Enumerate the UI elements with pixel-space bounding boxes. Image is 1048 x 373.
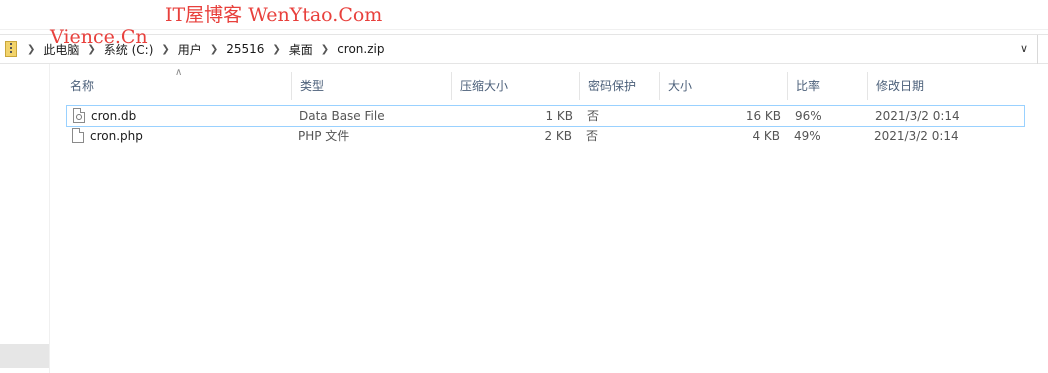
column-header-size[interactable]: 大小 <box>660 72 788 100</box>
file-explorer-window: ❯ 此电脑 ❯ 系统 (C:) ❯ 用户 ❯ 25516 ❯ 桌面 ❯ cron… <box>0 0 1048 373</box>
file-password-protected: 否 <box>587 109 600 123</box>
column-header-password[interactable]: 密码保护 <box>580 72 660 100</box>
file-size: 4 KB <box>752 129 780 143</box>
breadcrumb-user-folder[interactable]: 25516 <box>226 42 264 56</box>
chevron-down-icon[interactable]: ∨ <box>1020 42 1028 55</box>
column-header-row: ∧ 名称 类型 压缩大小 密码保护 大小 比率 修改日期 <box>62 67 1032 100</box>
chevron-right-icon[interactable]: ❯ <box>161 44 169 55</box>
chevron-right-icon[interactable]: ❯ <box>321 44 329 55</box>
navigation-pane <box>0 64 50 373</box>
file-name: cron.php <box>90 129 143 143</box>
address-bar[interactable]: ❯ 此电脑 ❯ 系统 (C:) ❯ 用户 ❯ 25516 ❯ 桌面 ❯ cron… <box>0 34 1048 64</box>
watermark-text-secondary: Vience.Cn <box>50 26 148 48</box>
chevron-right-icon[interactable]: ❯ <box>272 44 280 55</box>
file-packed-size: 1 KB <box>545 109 573 123</box>
file-modified: 2021/3/2 0:14 <box>874 129 959 143</box>
column-header-modified[interactable]: 修改日期 <box>868 72 1032 100</box>
breadcrumb-desktop[interactable]: 桌面 <box>289 41 313 58</box>
navigation-scrollbar[interactable] <box>0 344 49 368</box>
watermark-text: IT屋博客 WenYtao.Com <box>165 4 383 26</box>
chevron-right-icon[interactable]: ❯ <box>210 44 218 55</box>
file-modified: 2021/3/2 0:14 <box>875 109 960 123</box>
address-divider <box>1037 35 1038 64</box>
column-header-type[interactable]: 类型 <box>292 72 452 100</box>
column-header-ratio[interactable]: 比率 <box>788 72 868 100</box>
file-icon <box>72 128 84 143</box>
file-ratio: 49% <box>794 129 821 143</box>
database-file-icon <box>73 108 85 123</box>
chevron-right-icon[interactable]: ❯ <box>27 44 35 55</box>
file-row[interactable]: cron.db Data Base File 1 KB 否 16 KB 96% … <box>66 105 1025 127</box>
breadcrumb-archive[interactable]: cron.zip <box>337 42 384 56</box>
file-type: Data Base File <box>299 109 385 123</box>
file-ratio: 96% <box>795 109 822 123</box>
column-header-packed-size[interactable]: 压缩大小 <box>452 72 580 100</box>
file-size: 16 KB <box>745 109 781 123</box>
file-name: cron.db <box>91 109 137 123</box>
column-header-name[interactable]: 名称 <box>62 72 292 100</box>
file-type: PHP 文件 <box>298 129 350 143</box>
zip-folder-icon <box>5 41 17 57</box>
ribbon-area <box>0 0 1048 30</box>
breadcrumb-users[interactable]: 用户 <box>178 41 202 58</box>
file-packed-size: 2 KB <box>544 129 572 143</box>
file-row[interactable]: cron.php PHP 文件 2 KB 否 4 KB 49% 2021/3/2… <box>66 126 1025 148</box>
file-password-protected: 否 <box>586 129 599 143</box>
